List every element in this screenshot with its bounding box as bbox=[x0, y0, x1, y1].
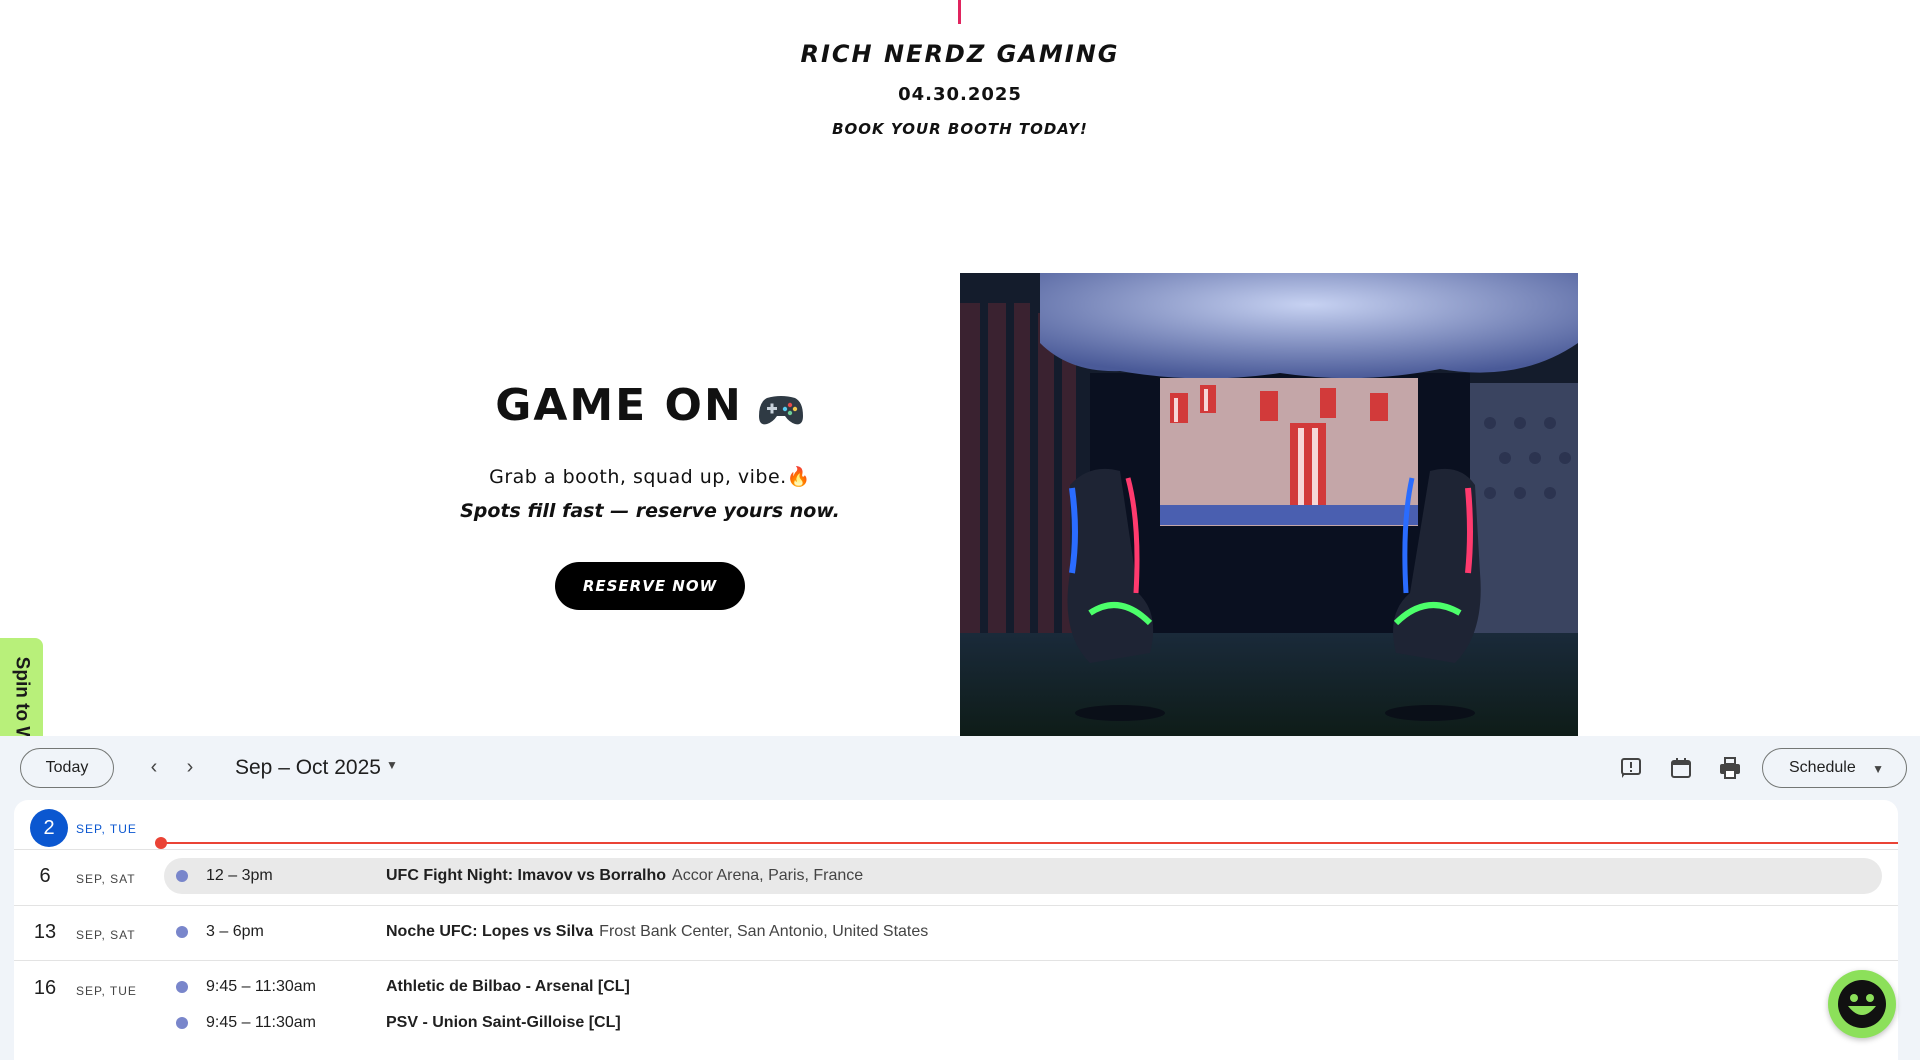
day-label: SEP, SAT bbox=[76, 872, 136, 886]
day-number[interactable]: 6 bbox=[28, 865, 62, 888]
day-label: SEP, TUE bbox=[76, 822, 137, 836]
today-button[interactable]: Today bbox=[20, 748, 114, 788]
day-label: SEP, SAT bbox=[76, 928, 136, 942]
event-color-dot bbox=[176, 870, 188, 882]
event-color-dot bbox=[176, 981, 188, 993]
caret-down-icon[interactable]: ▼ bbox=[386, 758, 398, 772]
brand-tagline: BOOK YOUR BOOTH TODAY! bbox=[832, 120, 1088, 138]
event-time: 12 – 3pm bbox=[206, 867, 273, 884]
event-title-text: Noche UFC: Lopes vs Silva bbox=[386, 923, 594, 940]
gamepad-icon bbox=[757, 388, 805, 424]
hero-copy: GAME ON Grab a booth, squad up, vibe.🔥 S… bbox=[430, 380, 870, 610]
caret-down-icon: ▼ bbox=[1872, 762, 1884, 776]
day-label: SEP, TUE bbox=[76, 984, 137, 998]
event-time: 3 – 6pm bbox=[206, 923, 264, 940]
event-title: PSV - Union Saint-Gilloise [CL] bbox=[386, 1014, 621, 1031]
event-title-text: UFC Fight Night: Imavov vs Borralho bbox=[386, 867, 667, 884]
reserve-now-button[interactable]: RESERVE NOW bbox=[555, 562, 745, 610]
brand-title: RICH NERDZ GAMING bbox=[800, 40, 1120, 68]
gaming-booth-photo bbox=[960, 273, 1578, 736]
event-color-dot bbox=[176, 1017, 188, 1029]
date-range-dropdown[interactable]: Sep – Oct 2025 bbox=[235, 756, 381, 780]
hero-title-text: GAME ON bbox=[495, 380, 743, 431]
today-date-badge[interactable]: 2 bbox=[30, 809, 68, 847]
event-item[interactable]: 12 – 3pm UFC Fight Night: Imavov vs Borr… bbox=[164, 858, 1882, 894]
calendar-toolbar: Today ‹ › Sep – Oct 2025 ▼ Schedule ▼ bbox=[0, 736, 1920, 798]
chat-widget-button[interactable] bbox=[1828, 970, 1896, 1038]
event-location: Frost Bank Center, San Antonio, United S… bbox=[599, 923, 929, 940]
event-color-dot bbox=[176, 926, 188, 938]
day-number[interactable]: 13 bbox=[28, 921, 62, 944]
feedback-icon[interactable] bbox=[1617, 754, 1645, 782]
chevron-right-icon[interactable]: › bbox=[176, 754, 204, 782]
day-number[interactable]: 16 bbox=[28, 977, 62, 1000]
current-time-line bbox=[160, 842, 1898, 844]
print-icon[interactable] bbox=[1716, 754, 1744, 782]
event-location: Accor Arena, Paris, France bbox=[672, 867, 864, 884]
chevron-left-icon[interactable]: ‹ bbox=[140, 754, 168, 782]
event-item[interactable]: 3 – 6pm Noche UFC: Lopes vs Silva Frost B… bbox=[164, 914, 1882, 950]
smiley-icon bbox=[1838, 980, 1886, 1028]
event-time: 9:45 – 11:30am bbox=[206, 978, 317, 995]
schedule-day: 6 SEP, SAT 12 – 3pm UFC Fight Night: Ima… bbox=[14, 850, 1898, 906]
hero-title: GAME ON bbox=[430, 380, 870, 431]
hero-subtitle: Grab a booth, squad up, vibe.🔥 bbox=[489, 466, 811, 488]
event-title: Athletic de Bilbao - Arsenal [CL] bbox=[386, 978, 630, 995]
top-divider-line bbox=[958, 0, 961, 24]
brand-date: 04.30.2025 bbox=[898, 84, 1022, 105]
schedule-list: 2 SEP, TUE 6 SEP, SAT 12 – 3pm UFC Fight… bbox=[14, 800, 1898, 1060]
event-item[interactable]: 9:45 – 11:30am PSV - Union Saint-Gillois… bbox=[164, 1005, 1882, 1041]
view-selector-button[interactable]: Schedule ▼ bbox=[1762, 748, 1907, 788]
view-selector-label: Schedule bbox=[1789, 759, 1856, 776]
schedule-day: 2 SEP, TUE bbox=[14, 800, 1898, 850]
schedule-day: 16 SEP, TUE 9:45 – 11:30am Athletic de B… bbox=[14, 961, 1898, 1060]
event-title: Noche UFC: Lopes vs Silva Frost Bank Cent… bbox=[386, 923, 928, 941]
hero-urgency-text: Spots fill fast — reserve yours now. bbox=[460, 500, 840, 522]
schedule-day: 13 SEP, SAT 3 – 6pm Noche UFC: Lopes vs … bbox=[14, 906, 1898, 961]
calendar-icon[interactable] bbox=[1667, 754, 1695, 782]
event-title: UFC Fight Night: Imavov vs Borralho Accor… bbox=[386, 867, 863, 885]
calendar-embed: Today ‹ › Sep – Oct 2025 ▼ Schedule ▼ 2 … bbox=[0, 736, 1920, 1060]
event-item[interactable]: 9:45 – 11:30am Athletic de Bilbao - Arse… bbox=[164, 969, 1882, 1005]
event-time: 9:45 – 11:30am bbox=[206, 1014, 317, 1031]
